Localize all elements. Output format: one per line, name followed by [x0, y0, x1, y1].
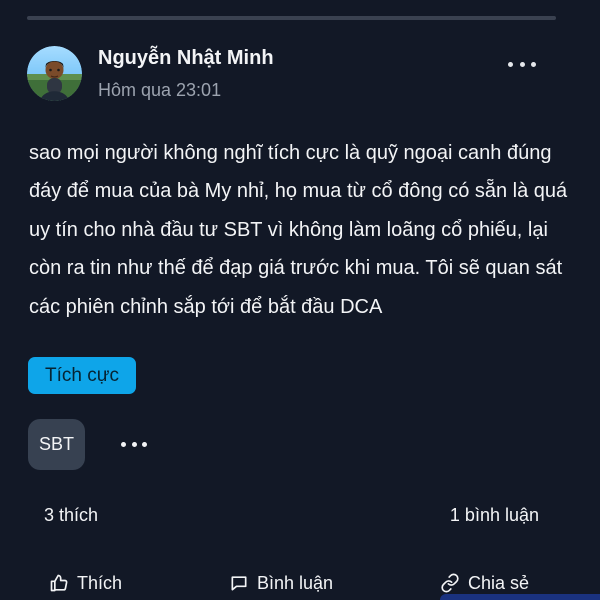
bottom-accent — [440, 594, 600, 600]
ticker-chip[interactable]: SBT — [28, 419, 85, 470]
post-time: Hôm qua 23:01 — [98, 80, 222, 100]
post-content: sao mọi người không nghĩ tích cực là quỹ… — [29, 142, 568, 318]
top-divider — [27, 16, 556, 20]
author-name[interactable]: Nguyễn Nhật Minh — [98, 47, 274, 70]
post-card: Nguyễn Nhật Minh Hôm qua 23:01 sao mọi n… — [0, 0, 600, 600]
thumbs-up-icon — [50, 574, 68, 592]
sentiment-badge: Tích cực — [28, 357, 136, 394]
comment-icon — [231, 576, 247, 591]
post-header: Nguyễn Nhật Minh Hôm qua 23:01 — [27, 45, 547, 103]
more-horizontal-icon — [519, 61, 525, 67]
share-label: Chia sẻ — [468, 572, 530, 593]
more-horizontal-icon — [121, 441, 126, 447]
comment-count[interactable]: 1 bình luận — [450, 505, 539, 526]
avatar[interactable] — [27, 46, 82, 101]
comment-label: Bình luận — [257, 572, 334, 593]
like-count[interactable]: 3 thích — [44, 505, 98, 526]
link-icon — [441, 573, 459, 593]
ticker-more-button[interactable] — [121, 439, 147, 449]
like-label: Thích — [77, 572, 123, 593]
more-horizontal-icon — [142, 441, 147, 447]
more-horizontal-icon — [131, 441, 137, 447]
more-options-button[interactable] — [508, 55, 536, 73]
like-button[interactable]: Thích — [49, 568, 122, 598]
more-horizontal-icon — [531, 61, 536, 67]
comment-button[interactable]: Bình luận — [229, 568, 333, 598]
more-horizontal-icon — [508, 61, 513, 67]
